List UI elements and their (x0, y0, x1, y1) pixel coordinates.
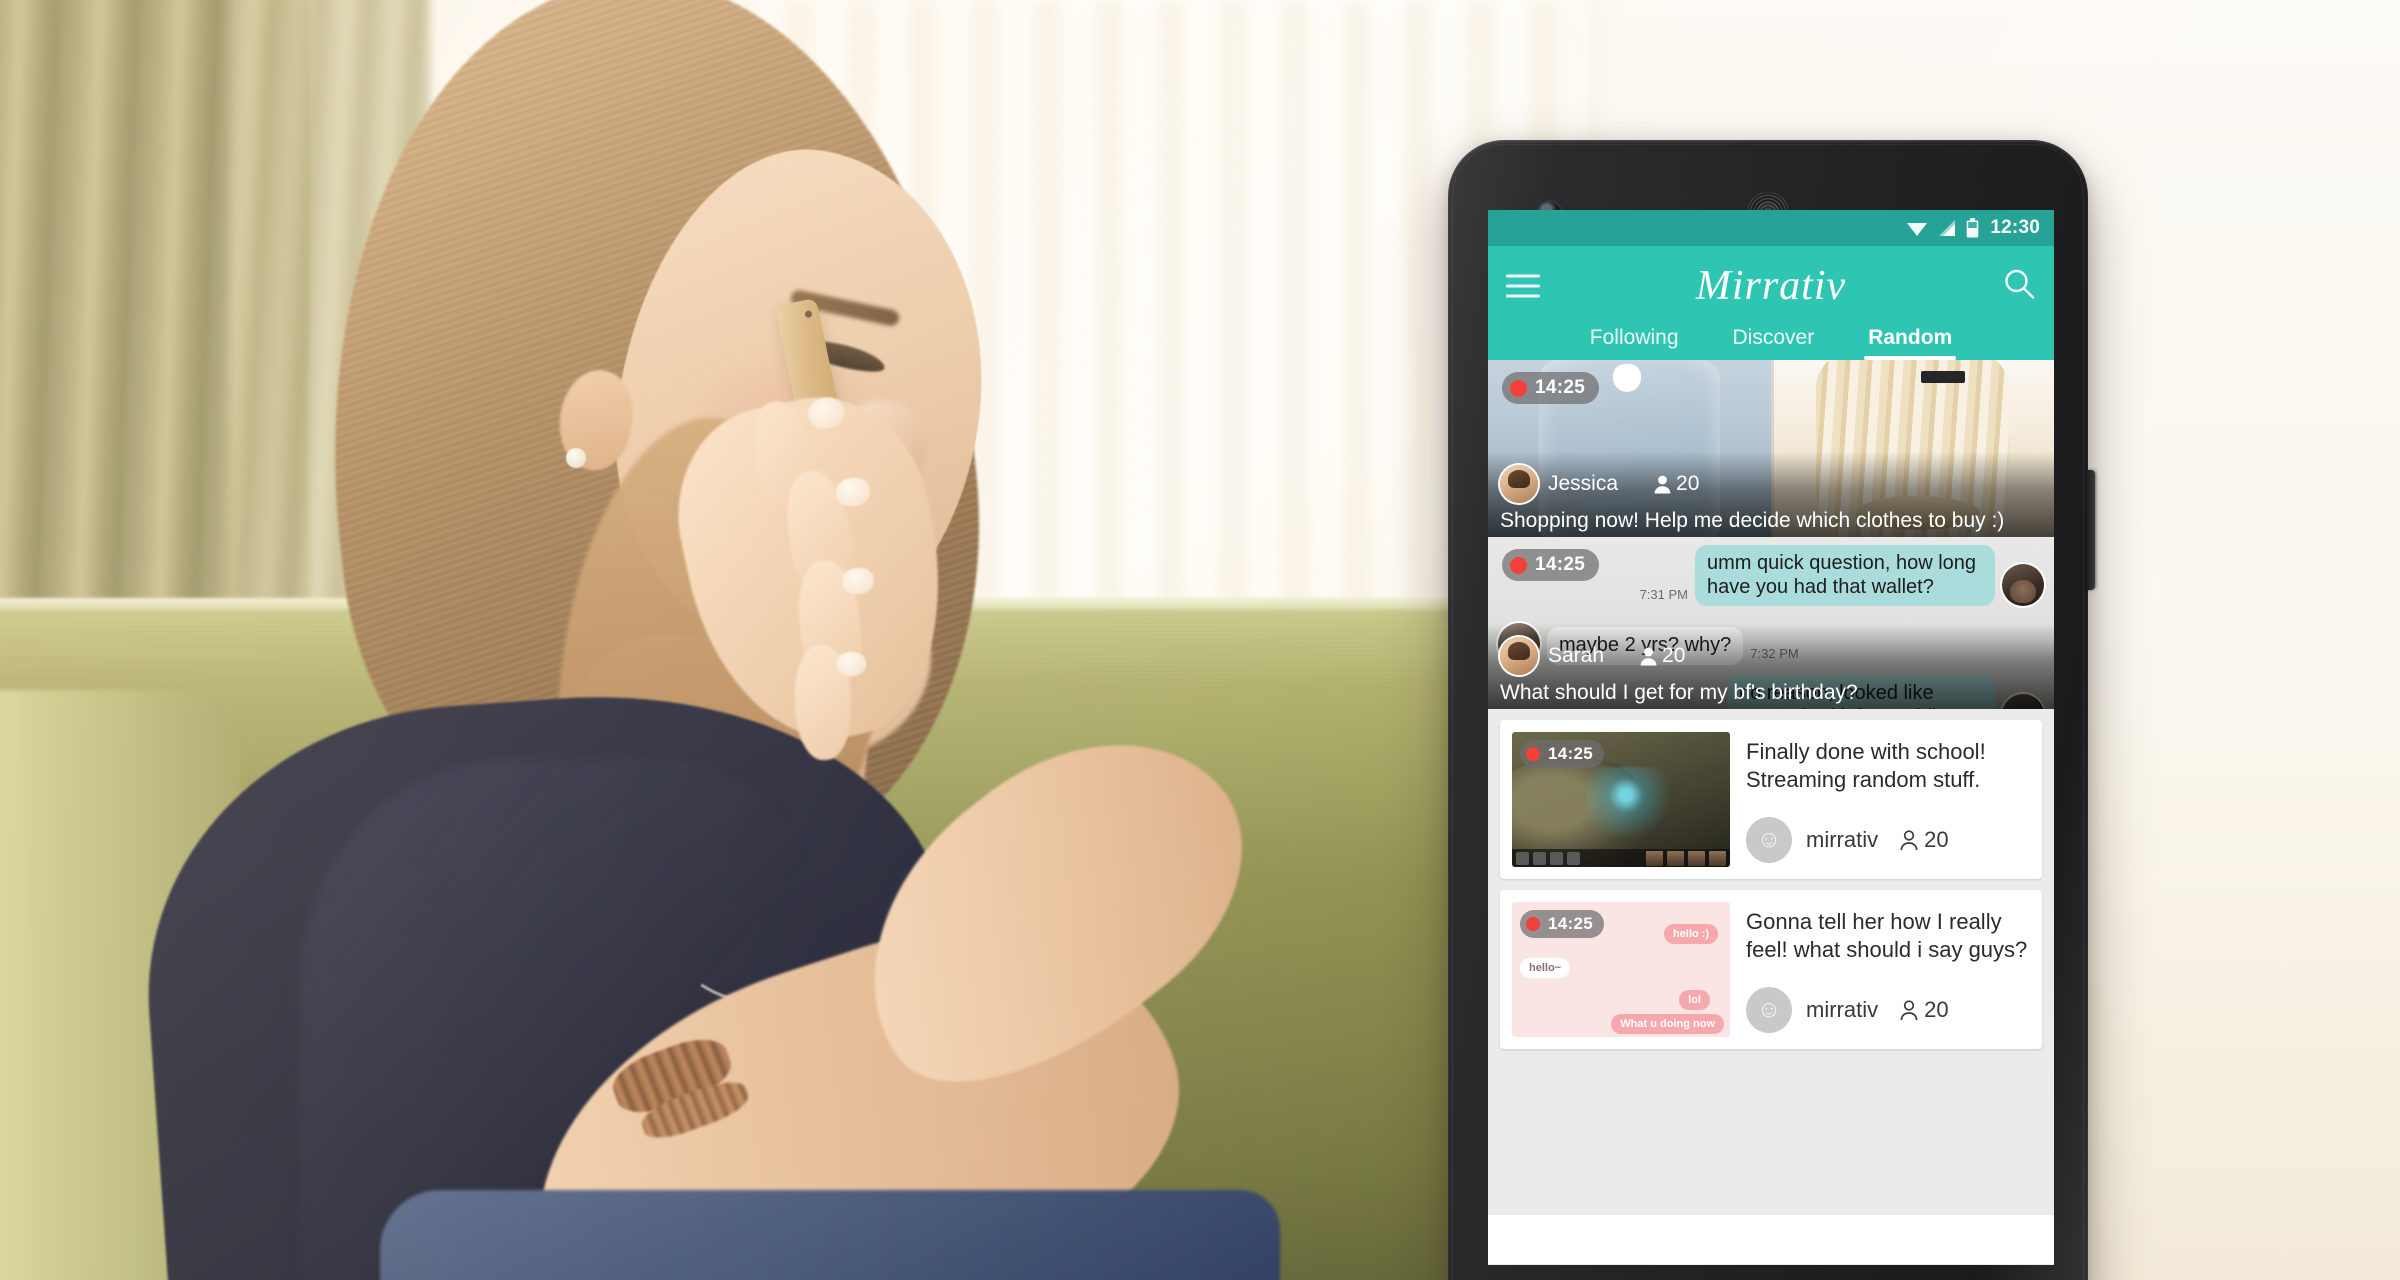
live-record-dot-icon (1510, 556, 1527, 574)
live-badge: 14:25 (1502, 372, 1600, 404)
app-logo: Mirrativ (1695, 263, 1847, 309)
stream-title: Gonna tell her how I really feel! what s… (1746, 909, 2028, 962)
jeans (380, 1190, 1280, 1280)
live-feed-list[interactable]: 14:25 Jessica 20 Shopping now! Help me d… (1488, 360, 2054, 1215)
live-duration: 14:25 (1548, 914, 1593, 933)
card-info: Finally done with school! Streaming rand… (1746, 732, 2030, 867)
wifi-icon (1906, 219, 1928, 237)
price-tag (1920, 370, 1965, 383)
message-time: 7:31 PM (1639, 587, 1688, 603)
card-meta: Jessica 20 (1500, 465, 2042, 503)
status-bar-clock: 12:30 (1990, 217, 2040, 238)
viewer-count: 20 (1900, 827, 1949, 853)
tab-bar: Following Discover Random (1488, 316, 2054, 360)
live-record-dot-icon (1526, 747, 1540, 761)
person-icon (1640, 647, 1657, 665)
tab-random[interactable]: Random (1864, 320, 1957, 360)
stream-title: Shopping now! Help me decide which cloth… (1500, 508, 2005, 532)
viewer-count: 20 (1900, 997, 1949, 1023)
live-duration: 14:25 (1535, 377, 1586, 398)
person-icon (1654, 475, 1671, 493)
broadcaster-name: Sarah (1548, 644, 1605, 667)
avatar (2002, 564, 2044, 607)
live-record-dot-icon (1510, 379, 1527, 397)
avatar: ☺ (1746, 987, 1792, 1034)
chat-bubble: lol (1679, 990, 1710, 1010)
live-badge: 14:25 (1520, 740, 1604, 768)
chat-bubble: hello~ (1520, 958, 1571, 978)
avatar (1500, 637, 1538, 675)
feed-card-clothes[interactable]: 14:25 Jessica 20 Shopping now! Help me d… (1488, 360, 2054, 537)
broadcaster-name: mirrativ (1806, 997, 1879, 1023)
feed-card-pink-chat[interactable]: hello :) hello~ lol What u doing now 14:… (1500, 890, 2042, 1049)
person-icon (1900, 1000, 1918, 1021)
avatar: ☺ (1746, 817, 1792, 864)
search-icon[interactable] (2002, 267, 2036, 306)
stream-title: What should I get for my bf's birthday? (1500, 680, 1858, 704)
live-duration: 14:25 (1535, 554, 1586, 575)
app-bar: Mirrativ Following Discover Random (1488, 246, 2054, 360)
card-footer: ☺ mirrativ 20 (1746, 987, 2030, 1034)
hamburger-menu-icon[interactable] (1506, 268, 1540, 305)
viewer-count: 20 (1654, 472, 1699, 496)
viewer-count: 20 (1640, 644, 1685, 668)
live-record-dot-icon (1526, 917, 1540, 931)
message-bubble: umm quick question, how long have you ha… (1695, 545, 1995, 607)
live-badge: 14:25 (1520, 910, 1604, 938)
live-duration: 14:25 (1548, 744, 1593, 763)
earring (566, 448, 586, 468)
card-footer: ☺ mirrativ 20 (1746, 817, 2030, 864)
broadcaster-name: Jessica (1548, 472, 1619, 495)
card-info: Gonna tell her how I really feel! what s… (1746, 902, 2030, 1037)
tab-discover[interactable]: Discover (1729, 320, 1819, 360)
chat-message-outgoing: 7:31 PM umm quick question, how long hav… (1639, 545, 2044, 607)
stream-title: Finally done with school! Streaming rand… (1746, 739, 1986, 792)
phone-mockup: 12:30 Mirrativ Following Discover Random… (1448, 140, 2095, 1280)
card-meta: Sarah 20 (1500, 637, 2042, 675)
broadcaster-name: mirrativ (1806, 827, 1879, 853)
feed-card-chat[interactable]: 7:31 PM umm quick question, how long hav… (1488, 537, 2054, 709)
fingernail (835, 651, 867, 677)
live-badge: 14:25 (1502, 549, 1600, 581)
game-thumbnail: 14:25 (1512, 732, 1730, 867)
screen-bottom-edge (1488, 1264, 2054, 1265)
cellular-signal-icon (1937, 219, 1957, 237)
feed-card-game[interactable]: 14:25 Finally done with school! Streamin… (1500, 720, 2042, 879)
game-hud (1512, 849, 1730, 867)
avatar (1500, 465, 1538, 503)
chat-bubble: hello :) (1663, 924, 1718, 944)
pink-chat-thumbnail: hello :) hello~ lol What u doing now 14:… (1512, 902, 1730, 1037)
phone-screen: 12:30 Mirrativ Following Discover Random… (1488, 210, 2054, 1265)
person-icon (1900, 830, 1918, 851)
tab-following[interactable]: Following (1586, 320, 1683, 360)
chat-bubble: What u doing now (1611, 1014, 1724, 1034)
battery-icon (1966, 218, 1979, 238)
power-button[interactable] (2086, 470, 2095, 590)
status-bar: 12:30 (1488, 210, 2054, 246)
